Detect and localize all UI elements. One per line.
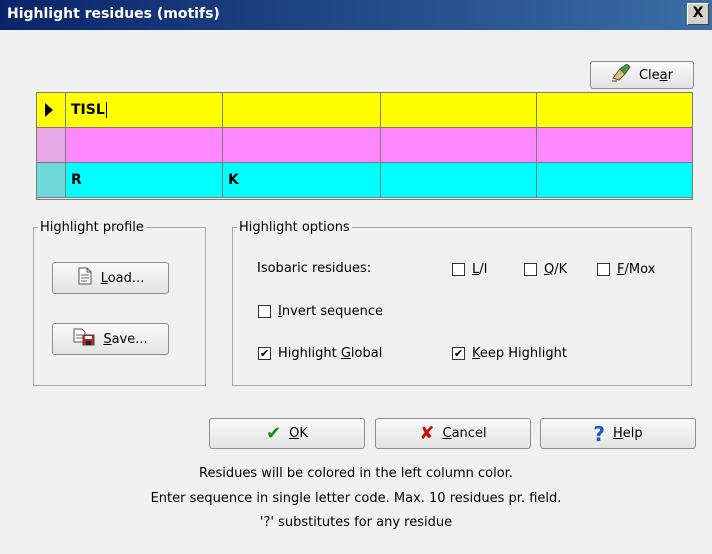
highlight-options-group: Highlight options: [232, 220, 692, 386]
help-button[interactable]: ? Help: [540, 418, 696, 449]
highlight-global-label: Highlight Global: [278, 346, 383, 361]
check-icon: ✔: [266, 423, 282, 444]
invert-sequence-checkbox[interactable]: Invert sequence: [258, 304, 383, 319]
motif-cell[interactable]: [381, 128, 537, 162]
keep-highlight-box[interactable]: ✔: [452, 347, 465, 360]
cancel-button[interactable]: ✘ Cancel: [375, 418, 531, 449]
motif-cell[interactable]: [223, 93, 381, 127]
load-button[interactable]: Load...: [52, 262, 169, 294]
highlight-global-box[interactable]: ✔: [258, 347, 271, 360]
save-label: Save...: [103, 331, 148, 347]
text-caret: [105, 102, 107, 118]
help-label: Help: [612, 426, 643, 441]
motif-cell[interactable]: [66, 128, 223, 162]
motif-cell[interactable]: [537, 163, 692, 197]
motif-cell[interactable]: K: [223, 163, 381, 197]
highlight-profile-group: Highlight profile: [33, 220, 206, 386]
motif-cell[interactable]: [381, 93, 537, 127]
clear-button[interactable]: Clear: [590, 61, 694, 89]
isobaric-residues-label: Isobaric residues:: [257, 261, 372, 276]
ok-button[interactable]: ✔ OK: [209, 418, 365, 449]
qk-label: Q/K: [544, 262, 568, 277]
qk-checkbox[interactable]: Q/K: [524, 262, 567, 277]
row-pointer-icon: [45, 103, 53, 117]
document-icon: [77, 267, 93, 289]
note-line-2: Enter sequence in single letter code. Ma…: [150, 491, 562, 506]
highlight-global-checkbox[interactable]: ✔ Highlight Global: [258, 346, 382, 361]
li-checkbox-box[interactable]: [452, 263, 465, 276]
li-checkbox[interactable]: L/I: [452, 262, 487, 277]
note-line-3: '?' substitutes for any residue: [259, 515, 453, 530]
load-label: Load...: [100, 270, 145, 286]
fmox-checkbox-box[interactable]: [597, 263, 610, 276]
grid-row[interactable]: R K: [37, 163, 692, 198]
checkmark-icon: ✔: [453, 347, 464, 360]
fmox-label: F/Mox: [617, 262, 656, 277]
question-icon: ?: [593, 421, 605, 446]
grid-row[interactable]: TISL: [37, 93, 692, 128]
motif-cell[interactable]: [223, 128, 381, 162]
li-label: L/I: [472, 262, 488, 277]
x-icon: ✘: [419, 423, 435, 444]
row-indicator[interactable]: [37, 93, 66, 127]
motif-cell[interactable]: R: [66, 163, 223, 197]
ok-label: OK: [289, 426, 308, 441]
eraser-icon: [611, 63, 631, 86]
grid-row[interactable]: [37, 128, 692, 163]
clear-label: Clear: [638, 67, 673, 83]
highlight-profile-legend: Highlight profile: [40, 220, 144, 235]
window-title: Highlight residues (motifs): [7, 6, 220, 22]
motif-cell[interactable]: [537, 93, 692, 127]
cancel-label: Cancel: [442, 426, 487, 441]
motif-cell[interactable]: [537, 128, 692, 162]
motif-grid: TISL R K: [36, 92, 693, 200]
keep-highlight-label: Keep Highlight: [472, 346, 567, 361]
keep-highlight-checkbox[interactable]: ✔ Keep Highlight: [452, 346, 567, 361]
fmox-checkbox[interactable]: F/Mox: [597, 262, 655, 277]
title-bar: Highlight residues (motifs) X: [0, 0, 712, 30]
highlight-options-legend: Highlight options: [239, 220, 350, 235]
motif-cell[interactable]: [381, 163, 537, 197]
note-line-1: Residues will be colored in the left col…: [199, 466, 513, 481]
invert-sequence-box[interactable]: [258, 305, 271, 318]
close-button[interactable]: X: [687, 3, 709, 25]
invert-sequence-label: Invert sequence: [278, 304, 383, 319]
qk-checkbox-box[interactable]: [524, 263, 537, 276]
save-disk-icon: [73, 328, 95, 350]
motif-cell[interactable]: TISL: [66, 93, 223, 127]
row-indicator[interactable]: [37, 128, 66, 162]
checkmark-icon: ✔: [259, 347, 270, 360]
row-indicator[interactable]: [37, 163, 66, 197]
save-button[interactable]: Save...: [52, 323, 169, 355]
